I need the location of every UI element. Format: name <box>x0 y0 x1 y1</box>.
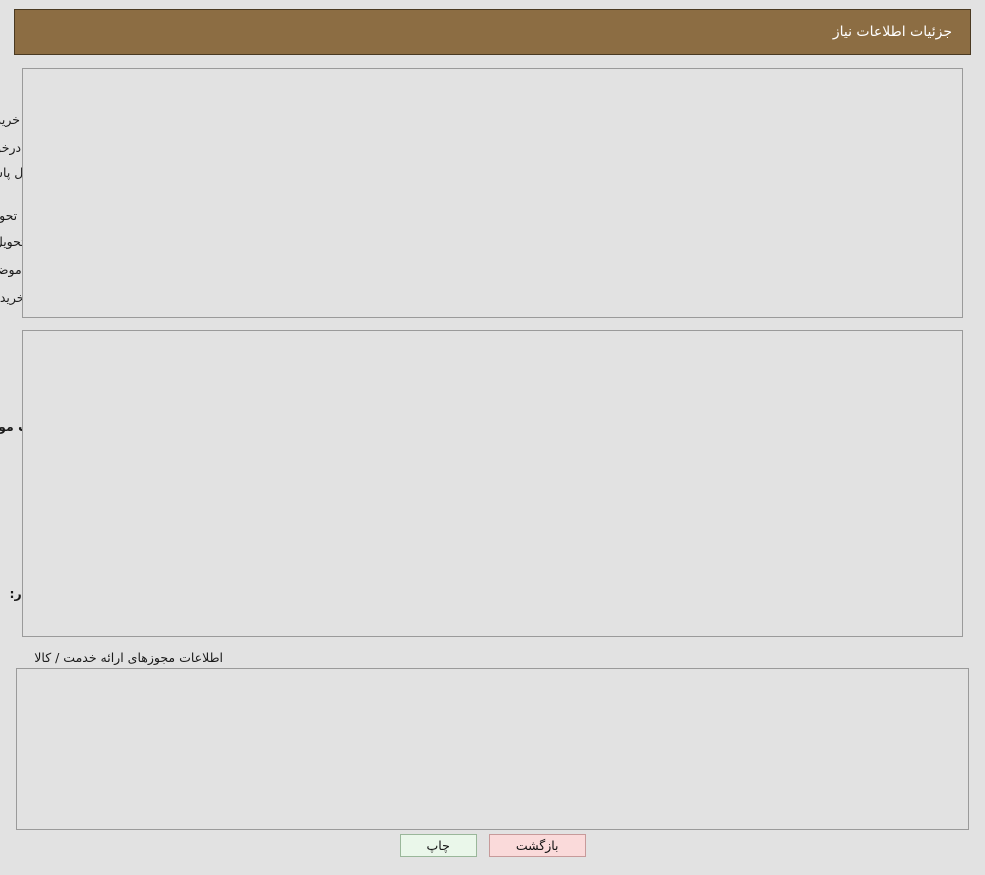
need-summary-panel <box>22 68 963 318</box>
need-details-panel <box>22 330 963 637</box>
page-root: AnaTender.net جزئیات اطلاعات نیاز شماره … <box>0 0 985 875</box>
page-title-bar: جزئیات اطلاعات نیاز <box>14 9 971 55</box>
footer-actions: بازگشت چاپ <box>0 834 985 857</box>
permits-section-heading: اطلاعات مجوزهای ارائه خدمت / کالا <box>34 650 223 666</box>
page-title: جزئیات اطلاعات نیاز <box>833 24 952 40</box>
permits-panel <box>16 668 969 830</box>
back-button[interactable]: بازگشت <box>489 834 586 857</box>
print-button[interactable]: چاپ <box>400 834 477 857</box>
